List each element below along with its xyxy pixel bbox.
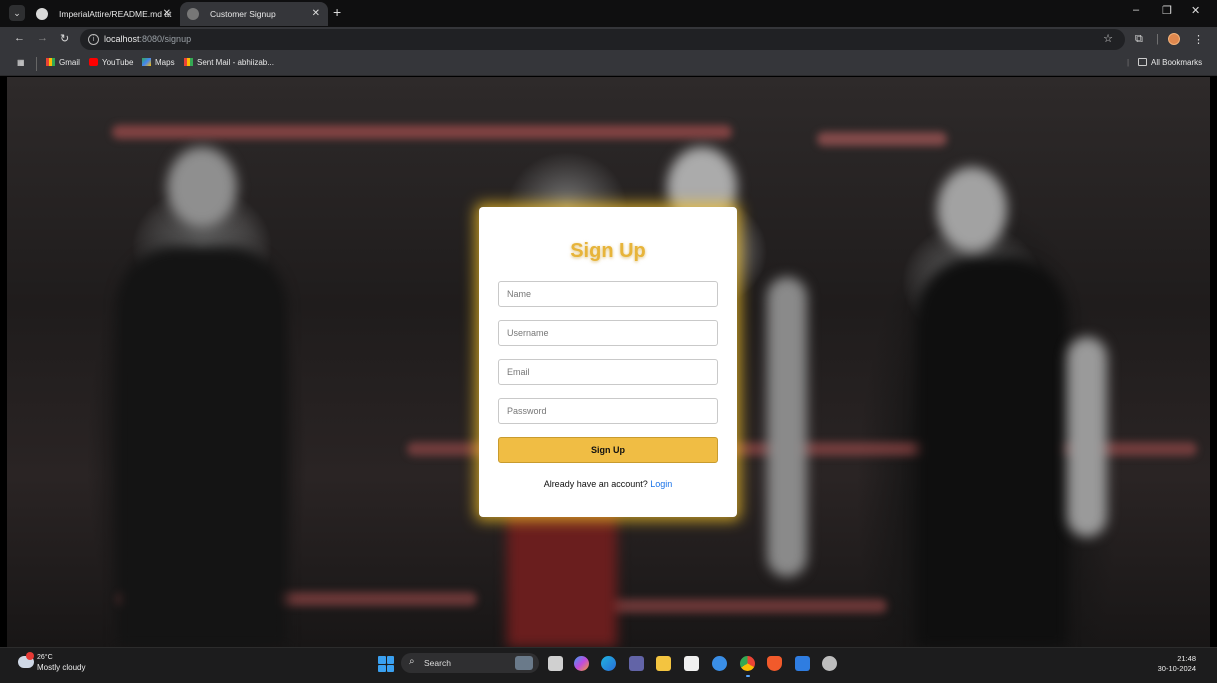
bookmark-star-icon[interactable]: ☆	[1103, 32, 1113, 45]
weather-temperature: 26°C	[37, 654, 53, 661]
minimize-button[interactable]: –	[1133, 4, 1139, 16]
email-input[interactable]	[498, 359, 718, 385]
task-view-icon[interactable]	[548, 656, 563, 671]
back-icon[interactable]: ←	[14, 32, 25, 44]
maps-icon	[142, 58, 151, 66]
extensions-icon[interactable]: ⧉	[1135, 33, 1143, 46]
gmail-icon	[184, 58, 193, 66]
file-explorer-icon[interactable]	[656, 656, 671, 671]
neon-stripe	[607, 599, 887, 613]
all-bookmarks[interactable]: All Bookmarks	[1138, 58, 1202, 67]
bookmark-sent-mail[interactable]: Sent Mail - abhiizab...	[184, 58, 274, 67]
url-path: :8080/signup	[139, 34, 192, 44]
bookmark-gmail[interactable]: Gmail	[46, 58, 80, 67]
folder-icon	[1138, 58, 1147, 66]
brave-icon[interactable]	[767, 656, 782, 671]
tab-readme[interactable]: ImperialAttire/README.md at ma ✕	[29, 2, 179, 43]
search-icon: ⌕	[409, 656, 415, 667]
youtube-icon	[89, 58, 98, 66]
bookmark-label: Sent Mail - abhiizab...	[197, 58, 274, 67]
bookmarks-divider-right: |	[1127, 58, 1130, 67]
signup-button[interactable]: Sign Up	[498, 437, 718, 463]
bookmarks-bar: ▦ Gmail YouTube Maps Sent Mail - abhiiza…	[0, 52, 1217, 76]
edge-icon[interactable]	[601, 656, 616, 671]
taskbar: 26°C Mostly cloudy ⌕ Search 21:48 30-10-…	[0, 647, 1217, 683]
mannequin-figure	[117, 247, 287, 647]
toolbar-divider: |	[1156, 33, 1159, 45]
search-highlight-icon	[515, 656, 533, 670]
site-info-icon[interactable]: i	[88, 34, 99, 45]
restore-button[interactable]: ❐	[1162, 4, 1172, 17]
app-icon[interactable]	[795, 656, 810, 671]
neon-stripe	[112, 125, 732, 139]
bookmark-maps[interactable]: Maps	[142, 58, 175, 67]
weather-description: Mostly cloudy	[37, 663, 86, 672]
bookmark-label: Maps	[155, 58, 175, 67]
new-tab-button[interactable]: +	[333, 4, 341, 20]
chrome-icon[interactable]	[740, 656, 755, 671]
clock-date[interactable]: 30-10-2024	[1158, 664, 1196, 673]
store-icon[interactable]	[684, 656, 699, 671]
all-bookmarks-label: All Bookmarks	[1151, 58, 1203, 67]
close-icon[interactable]: ✕	[312, 2, 320, 26]
login-prompt-text: Already have an account?	[543, 479, 648, 489]
mannequin-figure	[917, 257, 1067, 647]
username-input[interactable]	[498, 320, 718, 346]
vscode-icon[interactable]	[712, 656, 727, 671]
teams-icon[interactable]	[629, 656, 644, 671]
mannequin-arm	[1067, 337, 1107, 537]
notification-badge	[26, 652, 34, 660]
login-prompt: Already have an account? Login	[479, 479, 737, 489]
close-icon[interactable]: ✕	[163, 2, 171, 26]
globe-icon	[187, 8, 199, 20]
close-window-button[interactable]: ✕	[1191, 4, 1200, 17]
profile-avatar[interactable]	[1168, 33, 1180, 45]
mannequin-head	[937, 167, 1007, 252]
windows-start-icon[interactable]	[378, 656, 394, 672]
url-host: localhost	[104, 34, 140, 44]
red-dress	[507, 497, 617, 647]
mannequin-arm	[767, 277, 807, 577]
menu-icon[interactable]: ⋮	[1193, 33, 1204, 46]
taskbar-search[interactable]: ⌕ Search	[401, 653, 539, 673]
neon-stripe	[817, 132, 947, 146]
login-link[interactable]: Login	[650, 479, 672, 489]
apps-grid-icon[interactable]: ▦	[17, 58, 25, 67]
gmail-icon	[46, 58, 55, 66]
clock-time[interactable]: 21:48	[1177, 654, 1196, 663]
browser-toolbar: ← → ↻ i localhost:8080/signup ☆ ⧉ | ⋮	[0, 27, 1217, 52]
search-label: Search	[424, 658, 451, 668]
bookmarks-divider	[36, 57, 37, 71]
url-text: localhost:8080/signup	[104, 34, 191, 44]
bookmark-label: YouTube	[102, 58, 134, 67]
bookmark-label: Gmail	[59, 58, 80, 67]
tab-title: Customer Signup	[210, 9, 276, 19]
tab-strip: ⌄ ImperialAttire/README.md at ma ✕ Custo…	[0, 0, 1217, 43]
name-input[interactable]	[498, 281, 718, 307]
address-bar[interactable]: i localhost:8080/signup ☆	[80, 29, 1125, 50]
tab-customer-signup[interactable]: Customer Signup ✕	[180, 2, 328, 26]
signup-title: Sign Up	[570, 240, 646, 262]
password-input[interactable]	[498, 398, 718, 424]
tab-search-button[interactable]: ⌄	[9, 5, 25, 21]
bookmark-youtube[interactable]: YouTube	[89, 58, 133, 67]
settings-icon[interactable]	[822, 656, 837, 671]
github-icon	[36, 8, 48, 20]
forward-icon[interactable]: →	[37, 32, 48, 44]
copilot-icon[interactable]	[574, 656, 589, 671]
mannequin-head	[167, 147, 237, 227]
signup-card: Sign Up Sign Up Already have an account?…	[479, 207, 737, 517]
active-app-indicator	[746, 675, 750, 677]
reload-icon[interactable]: ↻	[60, 32, 69, 45]
